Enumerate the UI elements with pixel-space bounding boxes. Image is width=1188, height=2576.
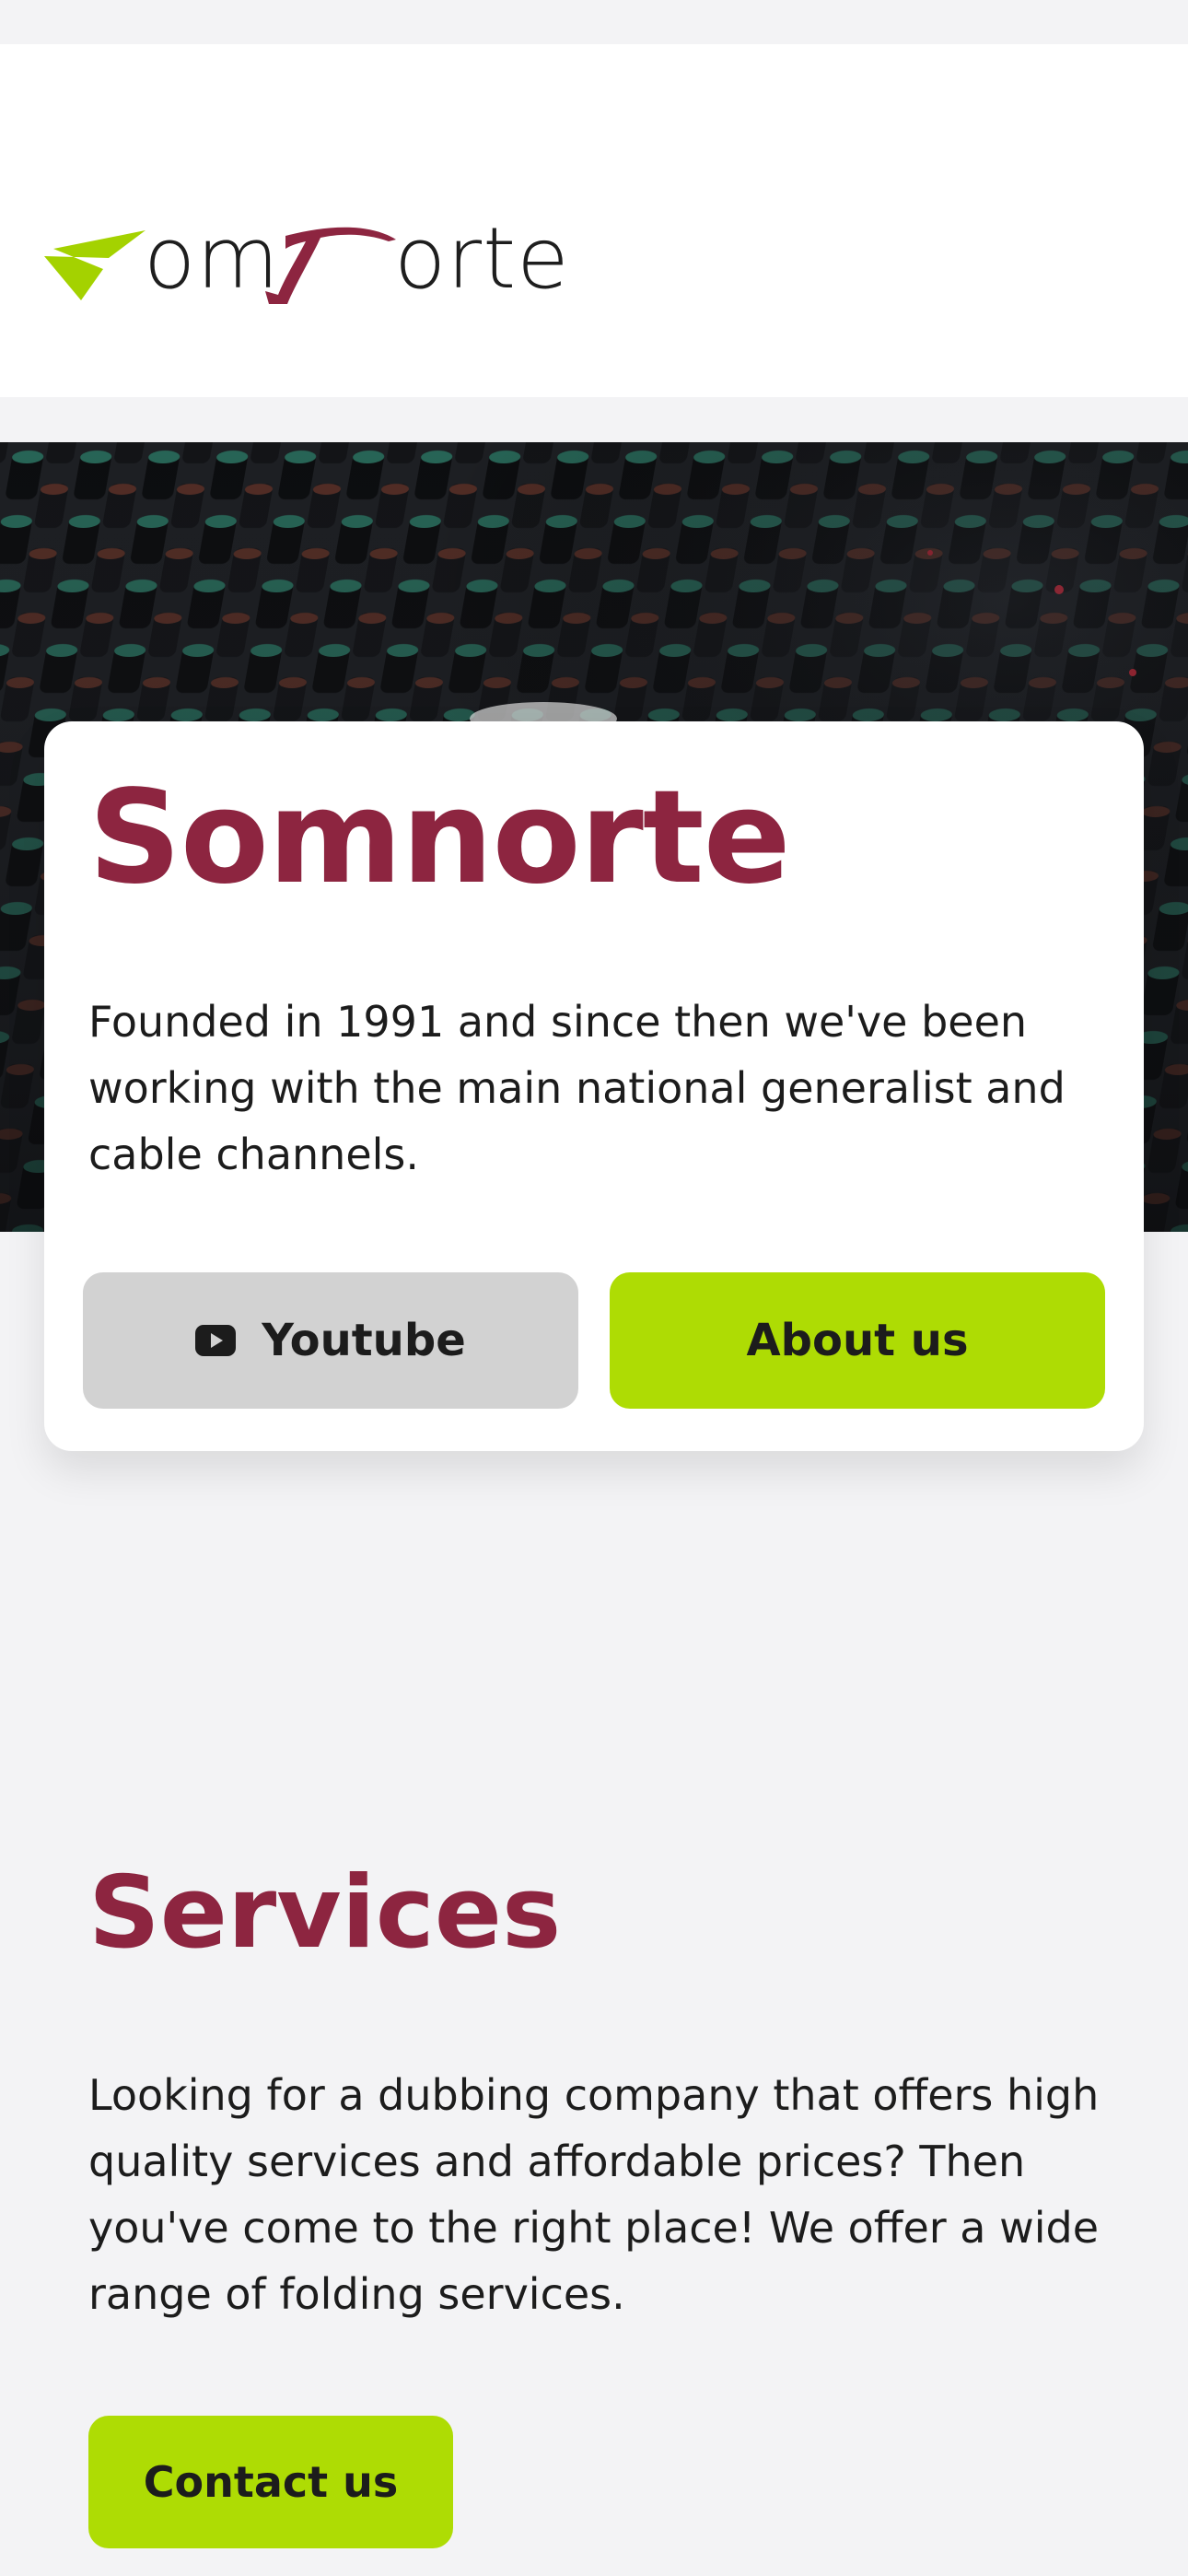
site-header: om orte [0,44,1188,397]
logo-mark: om orte [44,217,570,308]
logo-text-om: om [144,217,280,308]
services-description: Looking for a dubbing company that offer… [88,2070,1100,2319]
youtube-button-label: Youtube [262,1315,466,1366]
hero-description: Founded in 1991 and since then we've bee… [88,997,1066,1179]
hero-title: Somnorte [88,763,791,913]
logo-s-swoosh [44,230,146,300]
youtube-icon [195,1325,237,1356]
logo-n-arc [265,227,396,304]
logo-text-orte: orte [394,217,570,308]
hero-card: Somnorte Founded in 1991 and since then … [44,721,1144,1451]
youtube-button[interactable]: Youtube [83,1272,578,1409]
contact-us-button[interactable]: Contact us [88,2416,453,2548]
somnorte-logo[interactable]: om orte [44,217,578,310]
about-us-button-label: About us [746,1315,969,1366]
contact-us-button-label: Contact us [143,2457,399,2507]
services-title: Services [88,1856,562,1971]
about-us-button[interactable]: About us [610,1272,1105,1409]
